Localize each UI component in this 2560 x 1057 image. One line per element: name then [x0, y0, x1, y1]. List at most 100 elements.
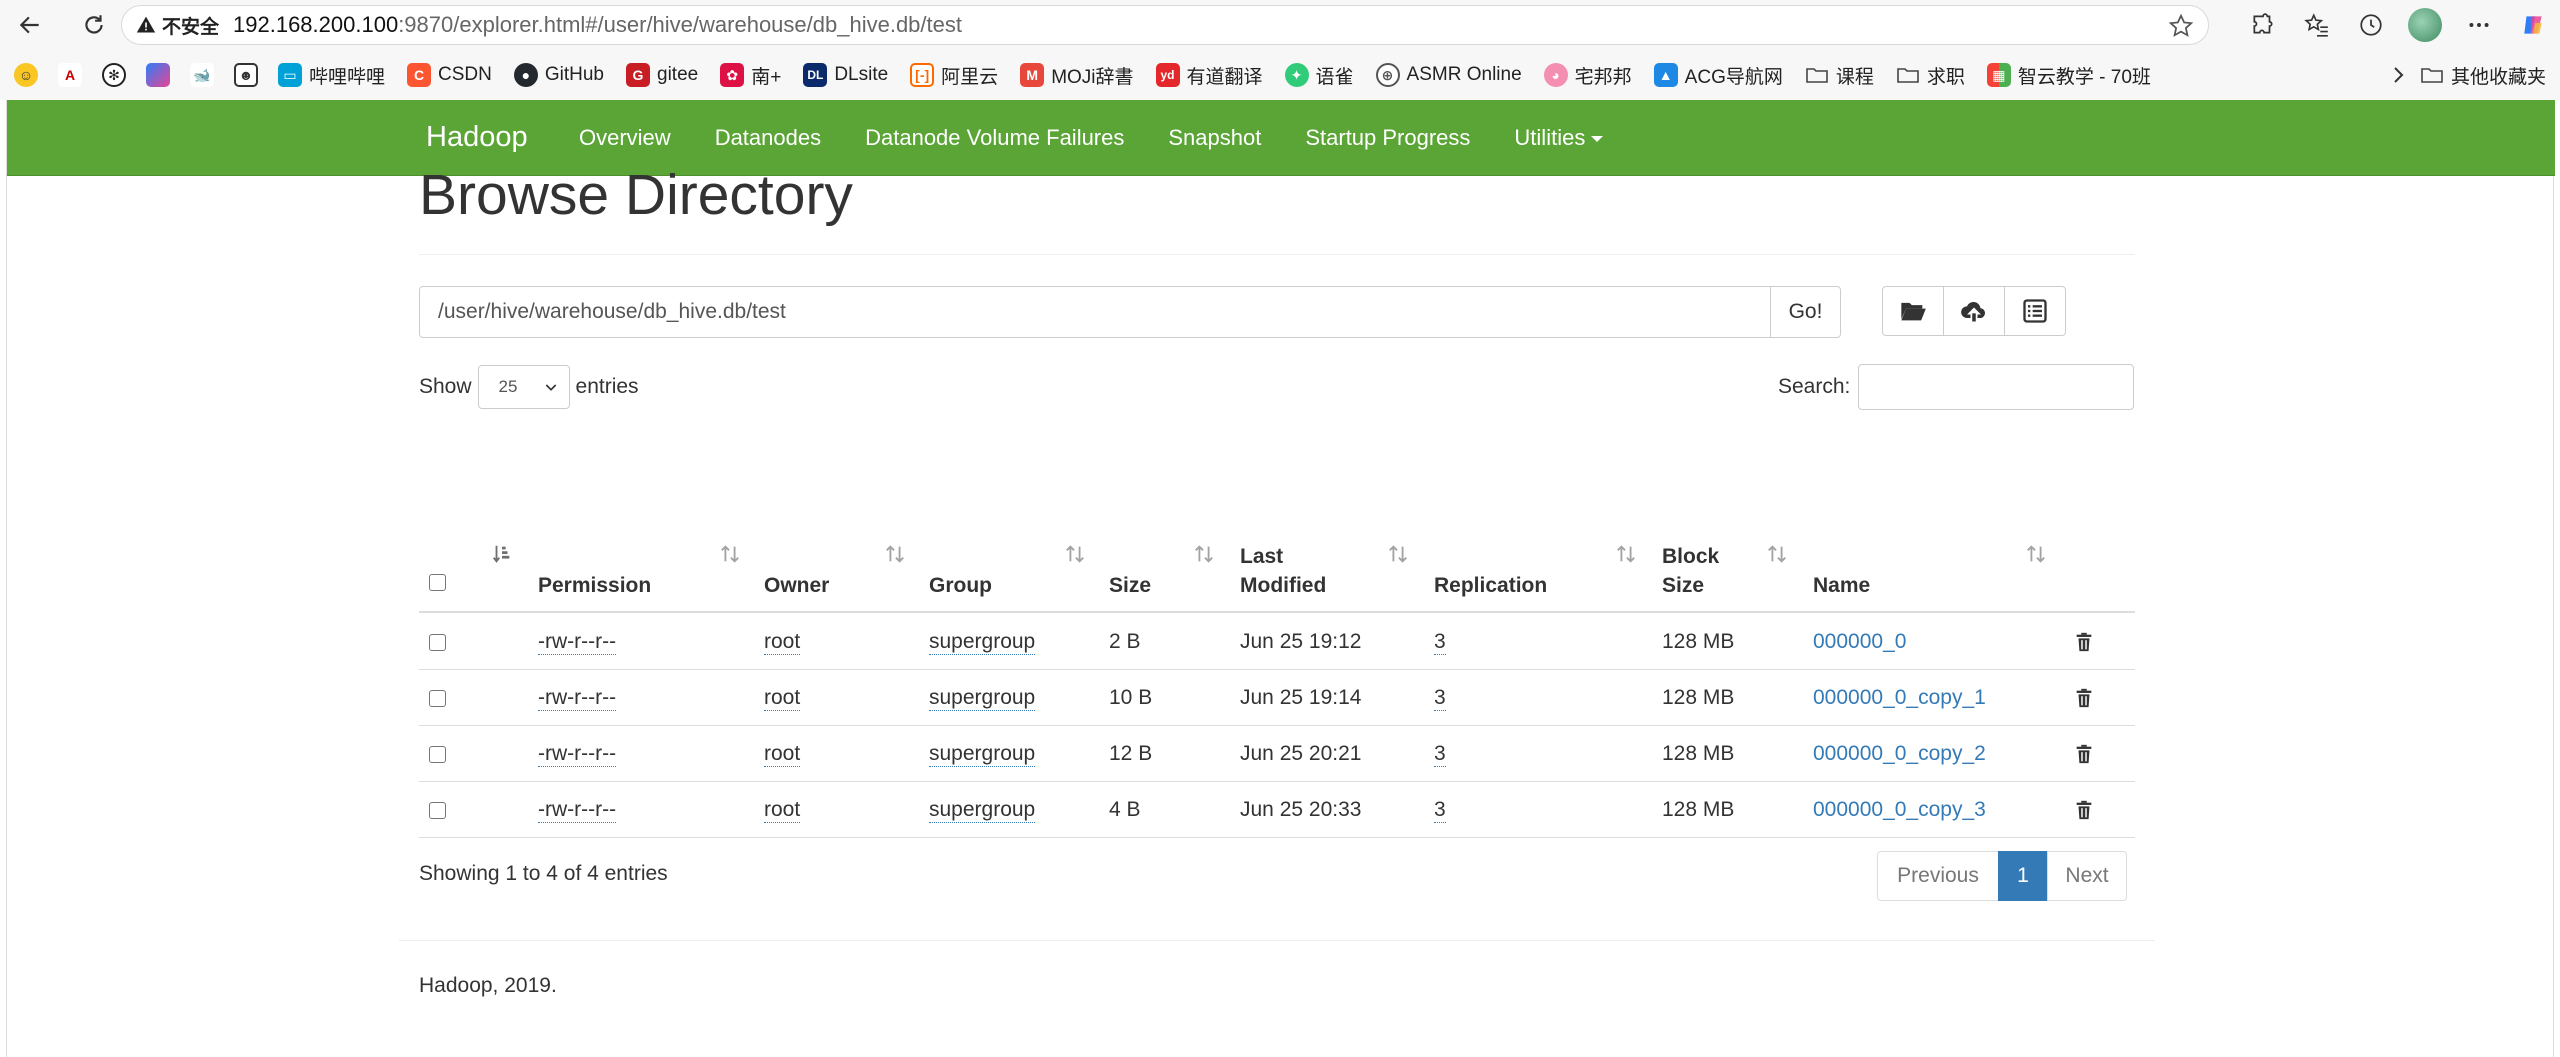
- file-name-link[interactable]: 000000_0: [1813, 614, 1906, 670]
- file-name-link[interactable]: 000000_0_copy_1: [1813, 670, 1986, 726]
- bookmark-zhiyun[interactable]: ▦ 智云教学 - 70班: [1986, 62, 2151, 89]
- copilot-button[interactable]: [2506, 0, 2560, 50]
- trash-icon[interactable]: [2073, 686, 2095, 710]
- sort-icon[interactable]: [1766, 542, 1788, 566]
- bookmark-gitee[interactable]: Ggitee: [626, 63, 698, 87]
- sort-icon[interactable]: [1064, 542, 1086, 566]
- arrow-left-icon: [19, 16, 39, 34]
- navbar-brand[interactable]: Hadoop: [426, 121, 528, 154]
- header-block-size[interactable]: Block Size: [1662, 530, 1813, 613]
- row-checkbox[interactable]: [429, 801, 446, 819]
- sort-icon[interactable]: [1615, 542, 1637, 566]
- bookmark-moji[interactable]: M MOJi辞書: [1020, 62, 1134, 89]
- bookmark-csdn[interactable]: C CSDN: [407, 63, 492, 87]
- file-name-link[interactable]: 000000_0_copy_2: [1813, 726, 1986, 782]
- bookmark-github[interactable]: ● GitHub: [513, 63, 604, 87]
- replication-cell[interactable]: 3: [1434, 630, 1446, 655]
- directory-path-input[interactable]: [419, 286, 1771, 338]
- replication-cell[interactable]: 3: [1434, 742, 1446, 767]
- group-cell[interactable]: supergroup: [929, 798, 1036, 823]
- row-checkbox[interactable]: [429, 689, 446, 707]
- bookmark-bilibili[interactable]: ▭ 哔哩哔哩: [278, 62, 385, 89]
- bookmark-emoji[interactable]: ☺: [14, 63, 38, 87]
- row-checkbox[interactable]: [429, 633, 446, 651]
- address-bar[interactable]: 不安全 192.168.200.100:9870/explorer.html#/…: [121, 5, 2209, 45]
- group-cell[interactable]: supergroup: [929, 742, 1036, 767]
- owner-cell[interactable]: root: [764, 630, 801, 655]
- replication-cell[interactable]: 3: [1434, 798, 1446, 823]
- file-name-link[interactable]: 000000_0_copy_3: [1813, 782, 1986, 838]
- nav-snapshot[interactable]: Snapshot: [1168, 125, 1261, 151]
- bookmark-zhaibangbang[interactable]: ◕ 宅邦邦: [1543, 62, 1632, 89]
- sort-icon[interactable]: [2025, 542, 2047, 566]
- entries-select[interactable]: 25: [477, 365, 570, 409]
- header-size[interactable]: Size: [1109, 530, 1240, 613]
- nav-overview[interactable]: Overview: [579, 125, 671, 151]
- bookmark-copilot[interactable]: [146, 63, 170, 87]
- chevron-right-icon[interactable]: [2386, 63, 2410, 87]
- extensions-button[interactable]: [2236, 0, 2290, 50]
- nav-volume-failures[interactable]: Datanode Volume Failures: [865, 125, 1124, 151]
- bookmark-ai[interactable]: ☻: [234, 63, 258, 87]
- favorites-button[interactable]: [2290, 0, 2344, 50]
- next-page-button[interactable]: Next: [2047, 851, 2127, 901]
- page-button-current[interactable]: 1: [1998, 851, 2048, 901]
- cut-paste-button[interactable]: [2004, 286, 2066, 336]
- sort-amount-asc-icon[interactable]: [491, 542, 513, 566]
- bookmark-dlsite[interactable]: DL DLsite: [803, 63, 888, 87]
- search-input[interactable]: [1858, 364, 2135, 410]
- permission-cell[interactable]: -rw-r--r--: [538, 742, 617, 767]
- bookmark-other-folder[interactable]: 其他收藏夹: [2420, 50, 2546, 100]
- profile-button[interactable]: [2398, 0, 2452, 50]
- permission-cell[interactable]: -rw-r--r--: [538, 798, 617, 823]
- bookmark-youdao[interactable]: yd 有道翻译: [1155, 62, 1263, 89]
- south-plus-icon: ✿: [720, 63, 745, 87]
- sort-icon[interactable]: [1193, 542, 1215, 566]
- permission-cell[interactable]: -rw-r--r--: [538, 630, 617, 655]
- bookmark-south-plus[interactable]: ✿ 南+: [720, 62, 781, 89]
- bookmark-yuque[interactable]: ✦ 语雀: [1284, 62, 1354, 89]
- page-title: Browse Directory: [419, 163, 853, 227]
- nav-datanodes[interactable]: Datanodes: [715, 125, 821, 151]
- group-cell[interactable]: supergroup: [929, 686, 1036, 711]
- replication-cell[interactable]: 3: [1434, 686, 1446, 711]
- bookmark-label: 阿里云: [941, 66, 999, 88]
- bookmark-openai[interactable]: ✻: [102, 63, 126, 87]
- bookmark-deepseek[interactable]: 🐋: [190, 63, 214, 87]
- header-label: Name: [1813, 574, 1871, 597]
- sort-icon[interactable]: [719, 542, 741, 566]
- bookmark-folder-jobs[interactable]: 求职: [1896, 62, 1965, 89]
- star-icon[interactable]: [2168, 13, 2194, 39]
- permission-cell[interactable]: -rw-r--r--: [538, 686, 617, 711]
- trash-icon[interactable]: [2073, 798, 2095, 822]
- bookmark-aliyun[interactable]: [-] 阿里云: [910, 62, 998, 89]
- sort-icon[interactable]: [1387, 542, 1409, 566]
- header-label: Block Size: [1662, 542, 1719, 600]
- bookmark-folder-courses[interactable]: 课程: [1805, 62, 1874, 89]
- owner-cell[interactable]: root: [764, 798, 801, 823]
- owner-cell[interactable]: root: [764, 686, 801, 711]
- reload-button[interactable]: [74, 5, 114, 45]
- create-directory-button[interactable]: [1882, 286, 1944, 336]
- trash-icon[interactable]: [2073, 742, 2095, 766]
- menu-button[interactable]: [2452, 0, 2506, 50]
- bookmark-acg-nav[interactable]: ▲ ACG导航网: [1653, 62, 1783, 89]
- back-button[interactable]: [10, 5, 50, 45]
- go-button[interactable]: Go!: [1771, 286, 1841, 338]
- previous-page-button[interactable]: Previous: [1877, 851, 1999, 901]
- nav-startup-progress[interactable]: Startup Progress: [1305, 125, 1470, 151]
- bookmark-acg[interactable]: A: [58, 63, 82, 87]
- group-cell[interactable]: supergroup: [929, 630, 1036, 655]
- trash-icon[interactable]: [2073, 630, 2095, 654]
- owner-cell[interactable]: root: [764, 742, 801, 767]
- sort-icon[interactable]: [884, 542, 906, 566]
- select-all-checkbox[interactable]: [429, 574, 446, 591]
- upload-button[interactable]: [1943, 286, 2005, 336]
- history-button[interactable]: [2344, 0, 2398, 50]
- security-indicator[interactable]: 不安全: [136, 12, 219, 39]
- puzzle-icon: [2253, 13, 2273, 34]
- nav-utilities-dropdown[interactable]: Utilities: [1514, 125, 1604, 151]
- bilibili-icon: ▭: [278, 63, 302, 87]
- bookmark-asmr[interactable]: ⊕ ASMR Online: [1375, 63, 1522, 87]
- row-checkbox[interactable]: [429, 745, 446, 763]
